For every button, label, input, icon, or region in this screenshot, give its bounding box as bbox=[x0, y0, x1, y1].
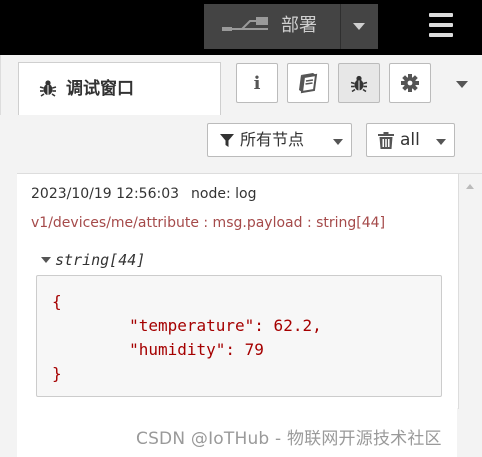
message-value-box: { "temperature": 62.2, "humidity": 79 } bbox=[36, 275, 442, 397]
menu-icon-bar bbox=[429, 13, 453, 17]
message-value: { "temperature": 62.2, "humidity": 79 } bbox=[52, 290, 322, 386]
trash-icon bbox=[378, 132, 394, 149]
clear-messages-button[interactable]: all bbox=[366, 123, 455, 157]
sidebar-tabbar: 调试窗口 i bbox=[0, 55, 482, 115]
value-line: "humidity": 79 bbox=[52, 340, 264, 359]
messages-scrollbar[interactable] bbox=[458, 174, 482, 409]
filter-icon bbox=[220, 134, 234, 147]
clear-scope-label: all bbox=[400, 130, 420, 150]
deploy-label: 部署 bbox=[281, 15, 317, 36]
debug-toolbar: 所有节点 all bbox=[17, 115, 482, 173]
node-filter-dropdown[interactable]: 所有节点 bbox=[207, 123, 352, 157]
config-tab-button[interactable] bbox=[389, 63, 431, 103]
value-line: "temperature": 62.2, bbox=[52, 316, 322, 335]
scroll-up-icon[interactable] bbox=[466, 184, 474, 189]
deploy-dropdown-icon[interactable] bbox=[353, 23, 365, 30]
help-tab-button[interactable] bbox=[287, 63, 329, 103]
expand-triangle-icon bbox=[41, 257, 51, 263]
deploy-separator bbox=[340, 4, 341, 49]
main-menu-button[interactable] bbox=[424, 11, 456, 39]
debug-messages-panel[interactable]: 2023/10/19 12:56:03 node: log v1/devices/… bbox=[17, 173, 482, 409]
message-meta: 2023/10/19 12:56:03 node: log bbox=[31, 185, 256, 203]
book-icon bbox=[299, 73, 318, 94]
info-icon: i bbox=[253, 72, 261, 94]
debug-tab-button[interactable] bbox=[338, 63, 380, 103]
top-header: 部署 bbox=[0, 0, 482, 55]
tab-menu-dropdown-icon[interactable] bbox=[456, 81, 468, 88]
gear-icon bbox=[401, 74, 419, 92]
message-topic: v1/devices/me/attribute : msg.payload : … bbox=[31, 215, 386, 231]
bug-icon bbox=[39, 80, 57, 97]
tab-debug[interactable]: 调试窗口 bbox=[18, 62, 221, 115]
watermark: CSDN @IoTHub - 物联网开源技术社区 bbox=[136, 429, 442, 449]
workspace-edge bbox=[0, 55, 17, 457]
value-line: } bbox=[52, 364, 62, 383]
filter-label: 所有节点 bbox=[240, 130, 305, 149]
chevron-down-icon bbox=[436, 139, 446, 145]
value-line: { bbox=[52, 292, 62, 311]
menu-icon-bar bbox=[429, 33, 453, 37]
chevron-down-icon bbox=[333, 139, 343, 145]
message-node[interactable]: node: log bbox=[191, 186, 256, 202]
deploy-button[interactable]: 部署 bbox=[204, 4, 378, 49]
tab-title: 调试窗口 bbox=[66, 79, 134, 99]
message-timestamp: 2023/10/19 12:56:03 bbox=[31, 186, 180, 202]
info-tab-button[interactable]: i bbox=[236, 63, 278, 103]
deploy-icon bbox=[222, 17, 268, 31]
message-type: string[44] bbox=[55, 251, 146, 269]
bug-icon bbox=[350, 75, 368, 93]
node-red-editor: 部署 调试窗口 i 所有节点 all 2023/10/19 12:56:03 n… bbox=[0, 0, 482, 457]
menu-icon-bar bbox=[429, 23, 453, 27]
